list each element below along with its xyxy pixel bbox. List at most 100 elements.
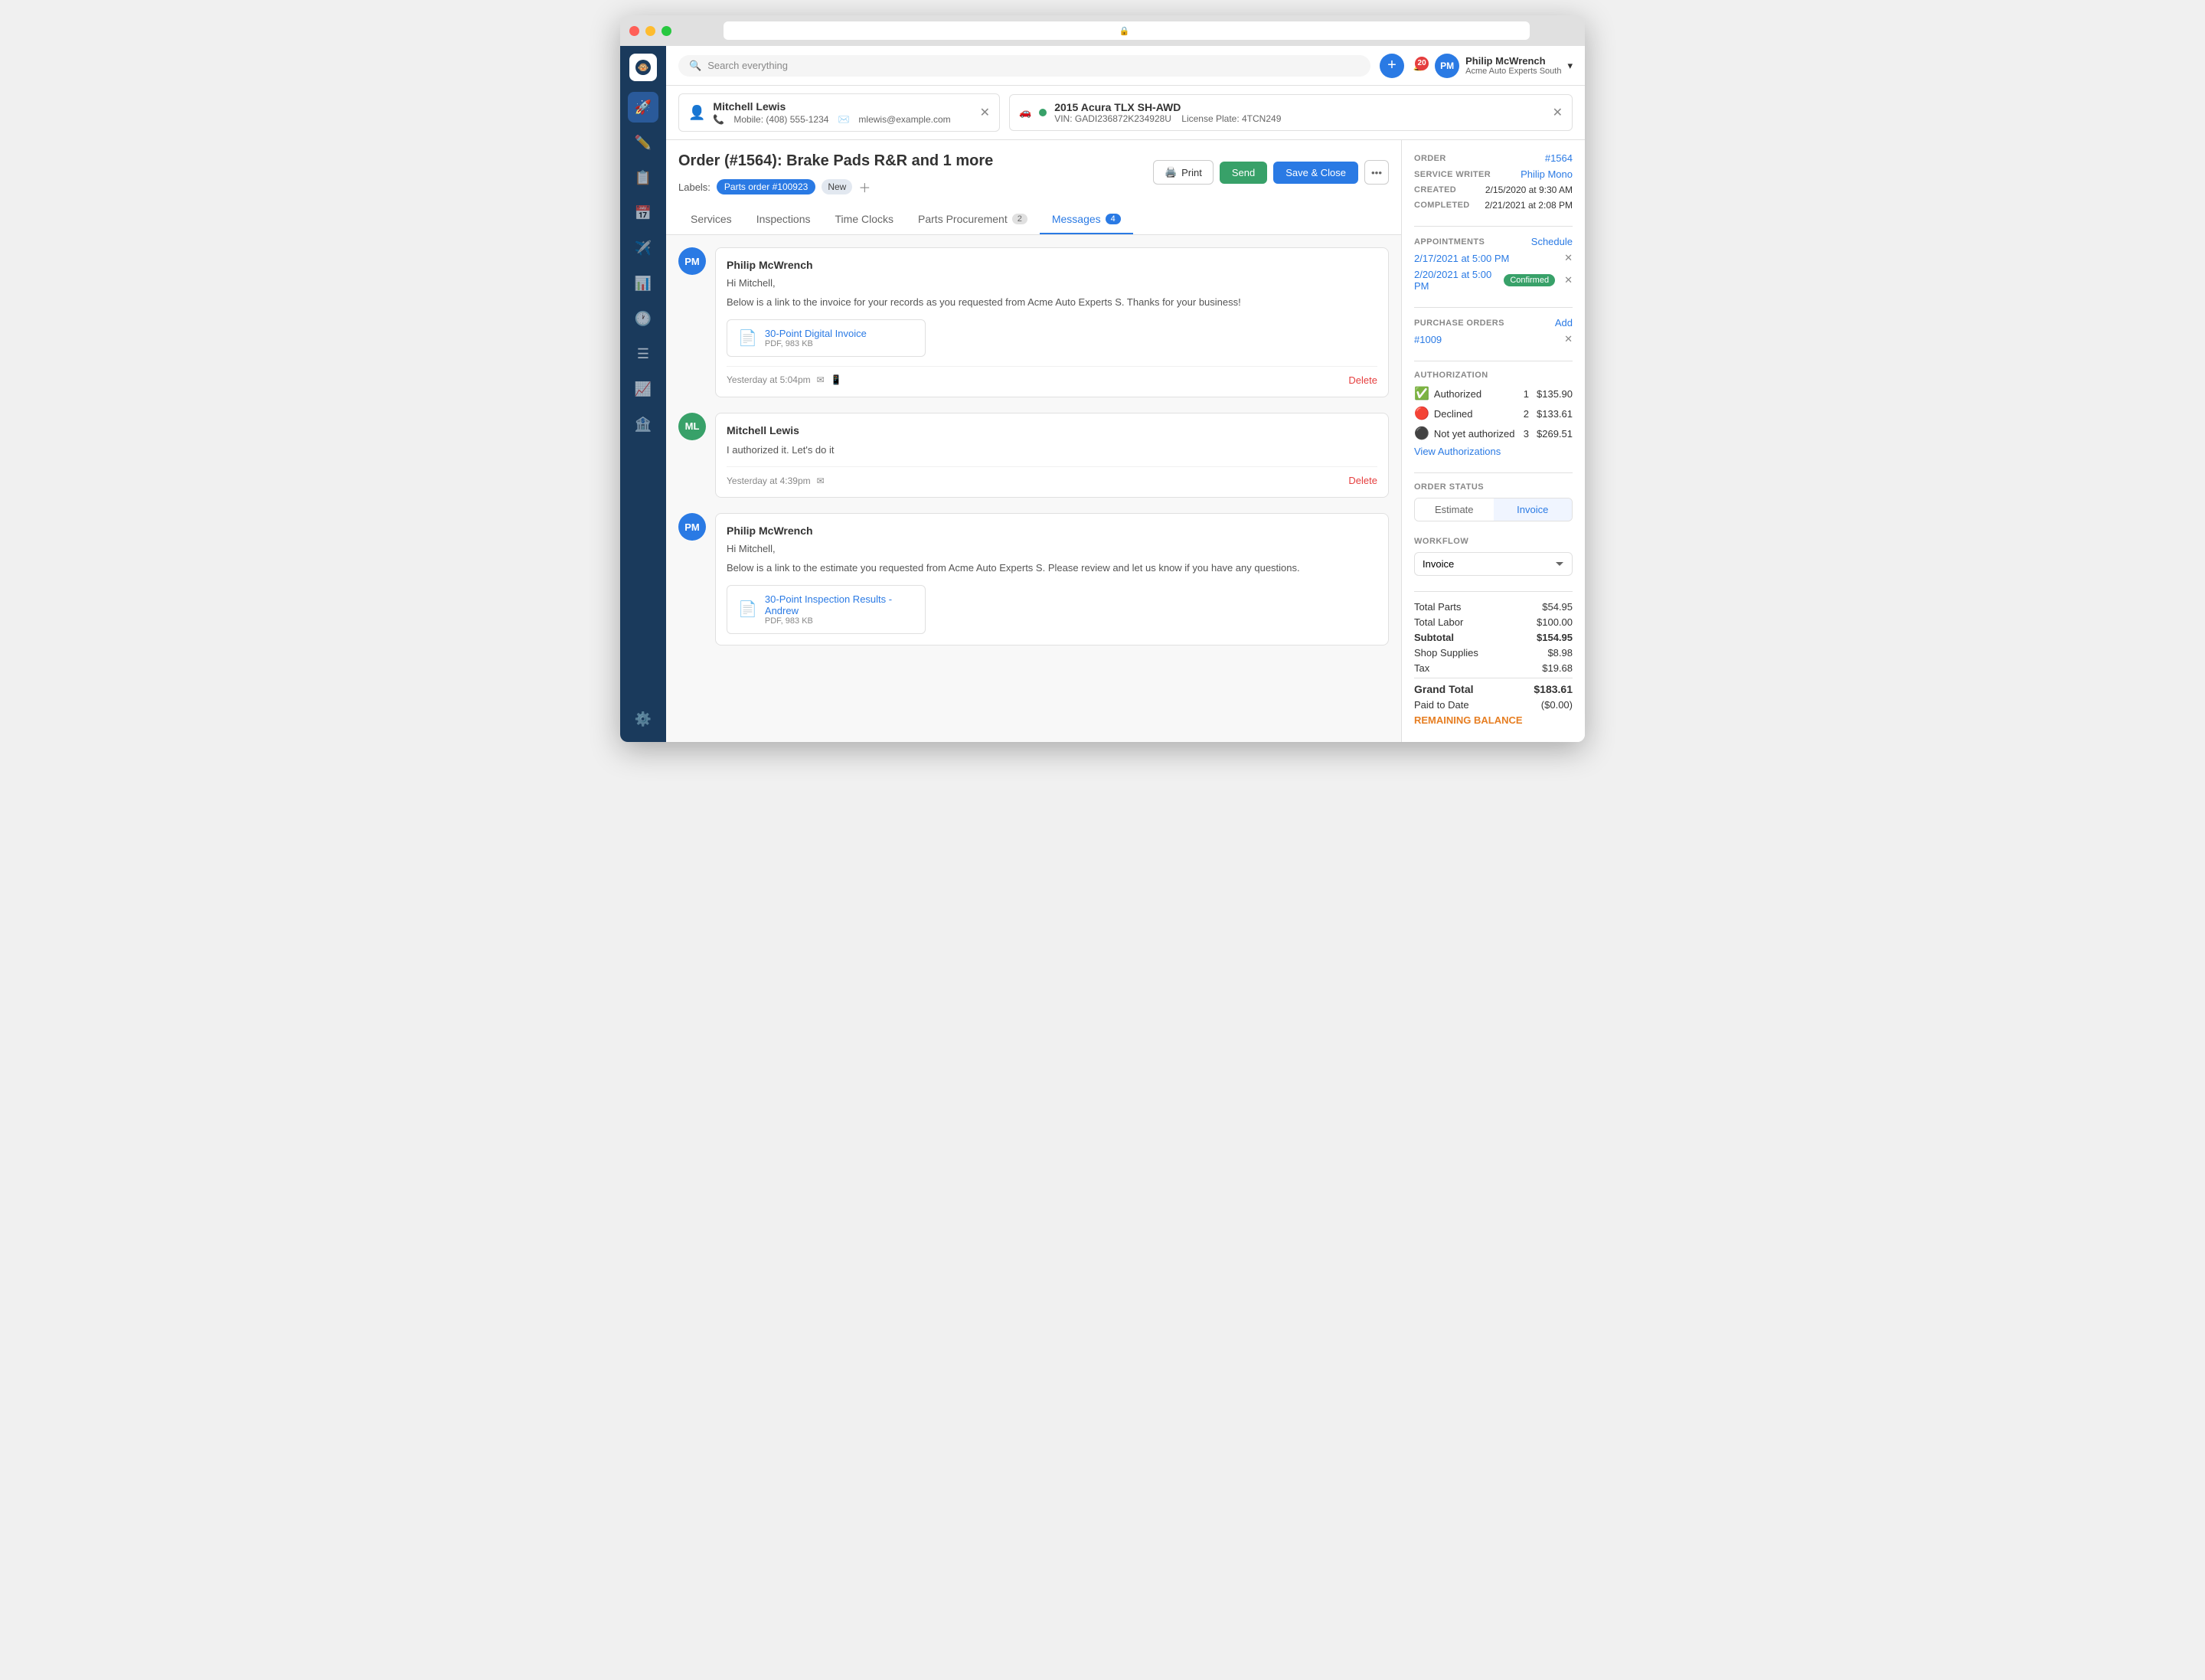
lock-icon: 🔒: [1119, 26, 1130, 36]
sidebar-item-menu[interactable]: ☰: [628, 338, 658, 369]
message-item: PM Philip McWrench Hi Mitchell, Below is…: [678, 247, 1389, 397]
tab-inspections[interactable]: Inspections: [744, 205, 823, 234]
add-button[interactable]: +: [1380, 54, 1404, 78]
estimate-status-btn[interactable]: Estimate: [1415, 498, 1494, 521]
user-info[interactable]: PM Philip McWrench Acme Auto Experts Sou…: [1435, 54, 1573, 78]
user-name: Philip McWrench: [1465, 55, 1561, 67]
sidebar-item-calendar[interactable]: 📅: [628, 198, 658, 228]
search-icon: 🔍: [689, 60, 701, 72]
minimize-window-btn[interactable]: [645, 26, 655, 36]
close-customer-btn[interactable]: ✕: [980, 105, 990, 120]
order-status-section: ORDER STATUS Estimate Invoice: [1414, 482, 1573, 521]
customer-card: 👤 Mitchell Lewis 📞 Mobile: (408) 555-123…: [678, 93, 1000, 132]
attachment-info: 30-Point Digital Invoice PDF, 983 KB: [765, 328, 867, 348]
remove-appointment-btn[interactable]: ✕: [1564, 274, 1573, 286]
message-author: Philip McWrench: [727, 525, 1377, 537]
customer-bar: 👤 Mitchell Lewis 📞 Mobile: (408) 555-123…: [666, 86, 1585, 140]
close-window-btn[interactable]: [629, 26, 639, 36]
attachment[interactable]: 📄 30-Point Inspection Results - Andrew P…: [727, 585, 926, 634]
add-label-btn[interactable]: ＋: [858, 178, 871, 196]
message-card: Philip McWrench Hi Mitchell, Below is a …: [715, 247, 1389, 397]
vehicle-details: VIN: GADI236872K234928U License Plate: 4…: [1054, 113, 1544, 124]
sidebar-item-chart[interactable]: 📈: [628, 374, 658, 404]
parts-label-tag[interactable]: Parts order #100923: [717, 179, 815, 194]
po-link[interactable]: #1009: [1414, 334, 1442, 345]
search-box[interactable]: 🔍 Search everything: [678, 55, 1370, 77]
sidebar-item-home[interactable]: 🚀: [628, 92, 658, 123]
workflow-label: WORKFLOW: [1414, 537, 1573, 546]
fullscreen-window-btn[interactable]: [662, 26, 671, 36]
workflow-section: WORKFLOW Invoice Estimate Completed: [1414, 537, 1573, 576]
parts-badge: 2: [1012, 214, 1027, 224]
attachment-name: 30-Point Inspection Results - Andrew: [765, 593, 914, 616]
email-icon: ✉: [817, 476, 825, 486]
subtotal-label: Subtotal: [1414, 632, 1454, 643]
messages-badge: 4: [1106, 214, 1121, 224]
subtotal-value: $154.95: [1537, 632, 1573, 643]
invoice-status-btn[interactable]: Invoice: [1494, 498, 1573, 521]
customer-details: 📞 Mobile: (408) 555-1234 ✉️ mlewis@examp…: [713, 114, 972, 125]
appointment-date: 2/20/2021 at 5:00 PM: [1414, 269, 1498, 292]
title-bar: 🔒: [620, 15, 1585, 46]
paid-row: Paid to Date ($0.00): [1414, 699, 1573, 711]
tab-messages[interactable]: Messages 4: [1040, 205, 1133, 234]
notification-button[interactable]: 🔔 20: [1413, 60, 1426, 72]
remove-po-btn[interactable]: ✕: [1564, 333, 1573, 345]
attachment-name: 30-Point Digital Invoice: [765, 328, 867, 339]
writer-row: SERVICE WRITER Philip Mono: [1414, 168, 1573, 180]
more-actions-button[interactable]: •••: [1364, 160, 1389, 185]
order-labels: Labels: Parts order #100923 New ＋: [678, 178, 993, 196]
sidebar-item-bank[interactable]: 🏦: [628, 409, 658, 440]
appointment-item: 2/17/2021 at 5:00 PM ✕: [1414, 252, 1573, 264]
message-time: Yesterday at 4:39pm ✉: [727, 476, 825, 486]
close-vehicle-btn[interactable]: ✕: [1553, 105, 1563, 120]
pending-icon: ⚫: [1414, 426, 1429, 441]
app-logo: 🐵: [629, 54, 657, 81]
grand-total-row: Grand Total $183.61: [1414, 678, 1573, 695]
sidebar-item-settings[interactable]: ⚙️: [628, 704, 658, 734]
message-greeting: Hi Mitchell,: [727, 543, 1377, 554]
tab-services[interactable]: Services: [678, 205, 744, 234]
tabs: Services Inspections Time Clocks Parts P…: [666, 205, 1401, 235]
workflow-select[interactable]: Invoice Estimate Completed: [1414, 552, 1573, 576]
new-label-tag[interactable]: New: [822, 179, 852, 194]
shop-supplies-label: Shop Supplies: [1414, 647, 1478, 659]
paid-value: ($0.00): [1541, 699, 1573, 711]
save-close-button[interactable]: Save & Close: [1273, 162, 1358, 184]
writer-name: Philip Mono: [1521, 168, 1573, 180]
purchase-orders-label: PURCHASE ORDERS: [1414, 319, 1504, 328]
message-item: ML Mitchell Lewis I authorized it. Let's…: [678, 413, 1389, 498]
send-button[interactable]: Send: [1220, 162, 1267, 184]
vehicle-status-dot: [1039, 109, 1047, 116]
sidebar-item-layers[interactable]: 📋: [628, 162, 658, 193]
avatar: PM: [678, 247, 706, 275]
email-icon: ✉️: [838, 114, 849, 125]
auth-row-authorized: ✅ Authorized 1 $135.90: [1414, 386, 1573, 401]
avatar: ML: [678, 413, 706, 440]
print-button[interactable]: 🖨️ Print: [1153, 160, 1214, 185]
add-po-button[interactable]: Add: [1555, 317, 1573, 328]
sidebar-item-list[interactable]: 📊: [628, 268, 658, 299]
print-icon: 🖨️: [1165, 166, 1177, 178]
remove-appointment-btn[interactable]: ✕: [1564, 252, 1573, 264]
schedule-button[interactable]: Schedule: [1531, 236, 1573, 247]
svg-text:🐵: 🐵: [638, 62, 649, 73]
delete-button[interactable]: Delete: [1348, 475, 1377, 486]
total-parts-row: Total Parts $54.95: [1414, 601, 1573, 613]
sidebar-item-clock[interactable]: 🕐: [628, 303, 658, 334]
appointments-label: APPOINTMENTS: [1414, 237, 1485, 247]
view-authorizations-link[interactable]: View Authorizations: [1414, 446, 1573, 457]
tab-parts[interactable]: Parts Procurement 2: [906, 205, 1040, 234]
user-details: Philip McWrench Acme Auto Experts South: [1465, 55, 1561, 76]
sidebar-item-send[interactable]: ✈️: [628, 233, 658, 263]
delete-button[interactable]: Delete: [1348, 374, 1377, 386]
sidebar-item-edit[interactable]: ✏️: [628, 127, 658, 158]
avatar: PM: [678, 513, 706, 541]
message-body: Below is a link to the invoice for your …: [727, 295, 1377, 310]
appointment-item: 2/20/2021 at 5:00 PM Confirmed ✕: [1414, 269, 1573, 292]
vehicle-plate: License Plate: 4TCN249: [1181, 113, 1281, 124]
paid-label: Paid to Date: [1414, 699, 1469, 711]
declined-count: 2: [1524, 408, 1529, 420]
tab-timeclocks[interactable]: Time Clocks: [823, 205, 906, 234]
attachment[interactable]: 📄 30-Point Digital Invoice PDF, 983 KB: [727, 319, 926, 357]
